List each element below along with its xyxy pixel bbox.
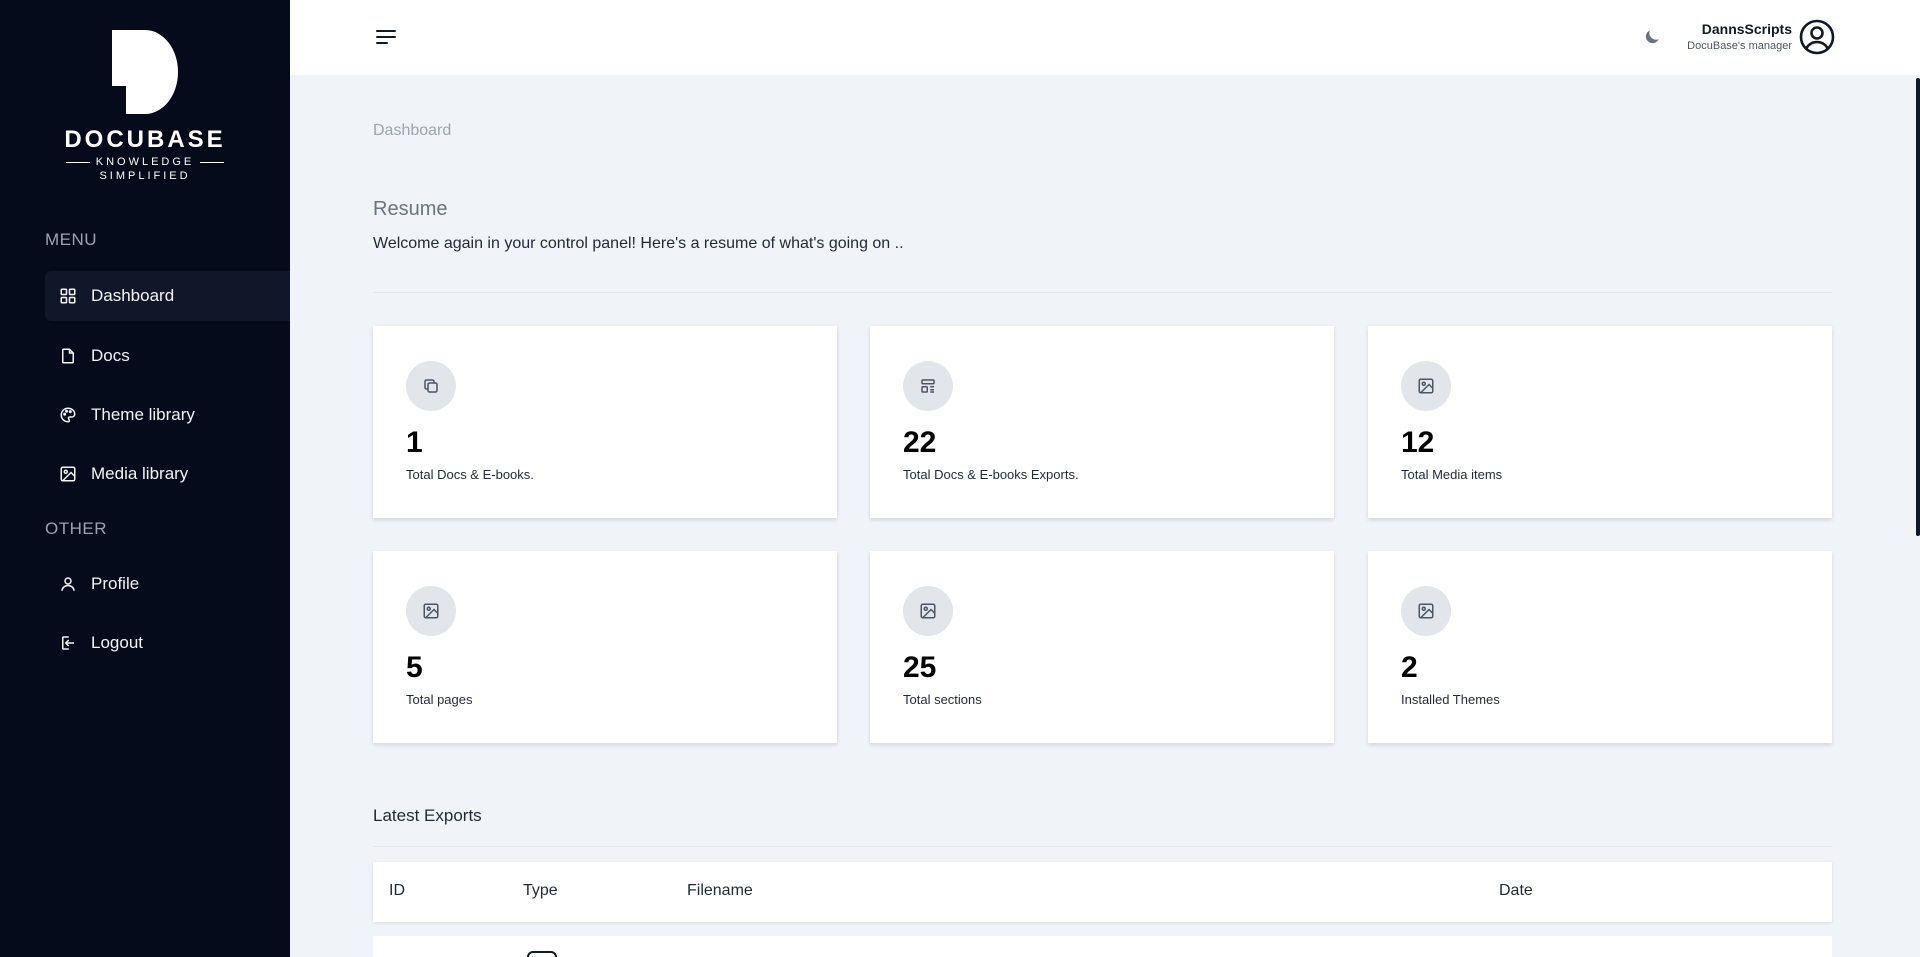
moon-icon[interactable] [1642,27,1662,47]
stat-card-themes: 2 Installed Themes [1368,551,1832,743]
stat-card-pages: 5 Total pages [373,551,837,743]
sidebar-item-theme-library[interactable]: Theme library [45,390,290,440]
brand-tagline-bottom: SIMPLIFIED [99,170,191,182]
stat-card-media: 12 Total Media items [1368,326,1832,518]
image-icon [59,465,77,483]
user-role: DocuBase's manager [1687,40,1792,52]
stat-card-docs: 1 Total Docs & E-books. [373,326,837,518]
sidebar-item-label: Docs [91,346,130,365]
menu-heading: MENU [45,230,98,249]
grid-icon [59,287,77,305]
image-icon [903,586,953,636]
column-header-filename[interactable]: Filename [687,882,753,900]
user-info[interactable]: DannsScripts DocuBase's manager [1680,21,1792,52]
page-scrollbar[interactable] [1916,78,1920,536]
stat-value: 12 [1401,426,1435,459]
column-header-date[interactable]: Date [1499,882,1533,900]
file-icon [59,347,77,365]
column-header-type[interactable]: Type [523,882,558,900]
sidebar-item-profile[interactable]: Profile [45,559,290,609]
logo-mark-icon [112,30,178,114]
image-icon [1401,361,1451,411]
layout-icon [903,361,953,411]
stat-value: 1 [406,426,423,459]
brand-tagline-top: KNOWLEDGE [95,156,195,168]
stat-label: Total Docs & E-books Exports. [903,467,1079,482]
stat-card-sections: 25 Total sections [870,551,1334,743]
sidebar-item-dashboard[interactable]: Dashboard [45,271,290,321]
latest-exports-title: Latest Exports [373,806,482,825]
hamburger-menu-icon[interactable] [375,27,397,47]
export-type-icon [527,951,557,957]
sidebar-item-media-library[interactable]: Media library [45,449,290,499]
brand-name: DOCUBASE [64,126,226,153]
stat-label: Total Docs & E-books. [406,467,534,482]
brand-logo[interactable]: DOCUBASE KNOWLEDGE SIMPLIFIED [60,30,230,182]
logout-icon [59,634,77,652]
sidebar: DOCUBASE KNOWLEDGE SIMPLIFIED MENU Dashb… [0,0,290,957]
avatar-icon[interactable] [1798,18,1836,56]
sidebar-item-label: Logout [91,633,143,652]
stat-card-exports: 22 Total Docs & E-books Exports. [870,326,1334,518]
other-heading: OTHER [45,519,107,538]
copy-icon [406,361,456,411]
user-name: DannsScripts [1701,21,1792,37]
breadcrumb[interactable]: Dashboard [373,122,451,140]
stat-label: Total sections [903,692,982,707]
sidebar-item-label: Theme library [91,405,195,424]
stat-label: Total pages [406,692,473,707]
top-header: DannsScripts DocuBase's manager [290,0,1920,75]
user-icon [59,575,77,593]
image-icon [406,586,456,636]
page-title: Resume [373,198,448,220]
page-description: Welcome again in your control panel! Her… [373,235,904,252]
stat-value: 5 [406,651,423,684]
palette-icon [59,406,77,424]
sidebar-item-label: Profile [91,574,140,593]
stat-label: Installed Themes [1401,692,1500,707]
divider [373,846,1832,847]
stat-label: Total Media items [1401,467,1503,482]
sidebar-item-logout[interactable]: Logout [45,618,290,668]
exports-table-header: ID Type Filename Date [373,862,1832,922]
divider [373,292,1832,293]
image-icon [1401,586,1451,636]
sidebar-item-label: Media library [91,464,189,483]
sidebar-item-docs[interactable]: Docs [45,331,290,381]
sidebar-item-label: Dashboard [91,286,175,305]
stat-value: 25 [903,651,937,684]
table-row[interactable] [373,936,1832,957]
column-header-id[interactable]: ID [389,882,405,900]
stat-value: 2 [1401,651,1418,684]
stat-value: 22 [903,426,937,459]
